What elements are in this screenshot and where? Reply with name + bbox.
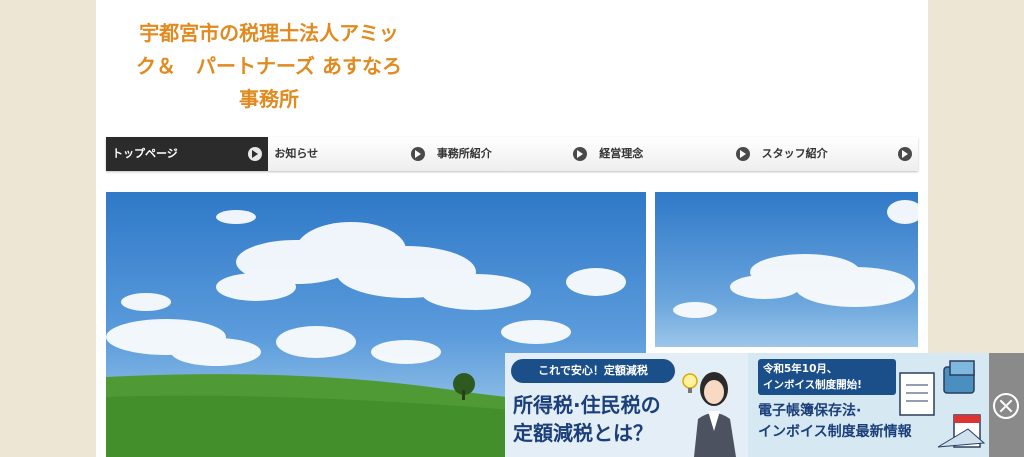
- chevron-right-icon: [410, 147, 425, 161]
- promo-banner[interactable]: これで安心！定額減税 所得税·住民税の 定額減税とは？ 令和5年10月、 インボ…: [505, 353, 1024, 457]
- businesswoman-illustration: [682, 372, 736, 457]
- nav-item-top[interactable]: トップページ: [106, 137, 269, 171]
- banner-heading: 所得税·住民税の 定額減税とは？: [513, 391, 703, 447]
- hero-image-sky: [655, 192, 918, 347]
- nav-item-office[interactable]: 事務所紹介: [430, 137, 594, 171]
- banner-invoice-info[interactable]: 令和5年10月、 インボイス制度開始! 電子帳簿保存法· インボイス制度最新情報: [748, 353, 988, 457]
- banner-tag: これで安心！定額減税: [511, 359, 675, 383]
- banner-tax-reduction[interactable]: これで安心！定額減税 所得税·住民税の 定額減税とは？: [505, 353, 748, 457]
- global-nav: トップページ お知らせ 事務所紹介 経営理念 スタッフ紹介: [106, 137, 919, 171]
- chevron-right-icon: [898, 147, 913, 161]
- chevron-right-icon: [573, 147, 588, 161]
- sky-clouds-illustration: [673, 200, 918, 318]
- banner-badge-line1: 令和5年10月、: [763, 363, 838, 375]
- banner-heading-line2: 定額減税とは？: [513, 421, 653, 445]
- site-title-line3: 事務所: [239, 87, 299, 111]
- documents-illustration: [899, 360, 986, 448]
- nav-item-label: トップページ: [112, 147, 178, 160]
- nav-item-staff[interactable]: スタッフ紹介: [755, 137, 919, 171]
- banner-subheading-line2: インボイス制度最新情報: [758, 424, 912, 440]
- nav-item-label: 事務所紹介: [436, 147, 492, 160]
- chevron-right-icon: [735, 147, 750, 161]
- site-title-line1: 宇都宮市の税理士法人アミッ: [139, 21, 399, 45]
- banner-close-area: [989, 353, 1024, 457]
- banner-badge-line2: インボイス制度開始!: [763, 379, 862, 391]
- nav-item-label: お知らせ: [274, 147, 319, 160]
- banner-subheading-line1: 電子帳簿保存法·: [758, 403, 862, 419]
- nav-item-label: スタッフ紹介: [761, 147, 828, 160]
- site-title[interactable]: 宇都宮市の税理士法人アミッ ク＆ パートナーズ あすなろ 事務所: [104, 17, 434, 116]
- nav-item-news[interactable]: お知らせ: [268, 137, 431, 171]
- banner-badge: 令和5年10月、 インボイス制度開始!: [758, 359, 896, 395]
- nav-item-label: 経営理念: [599, 147, 644, 160]
- nav-item-philosophy[interactable]: 経営理念: [593, 137, 756, 171]
- site-title-line2: ク＆ パートナーズ あすなろ: [136, 54, 402, 78]
- close-circle-icon[interactable]: [993, 393, 1019, 419]
- banner-heading-line1: 所得税·住民税の: [513, 393, 661, 417]
- chevron-right-icon: [248, 147, 263, 161]
